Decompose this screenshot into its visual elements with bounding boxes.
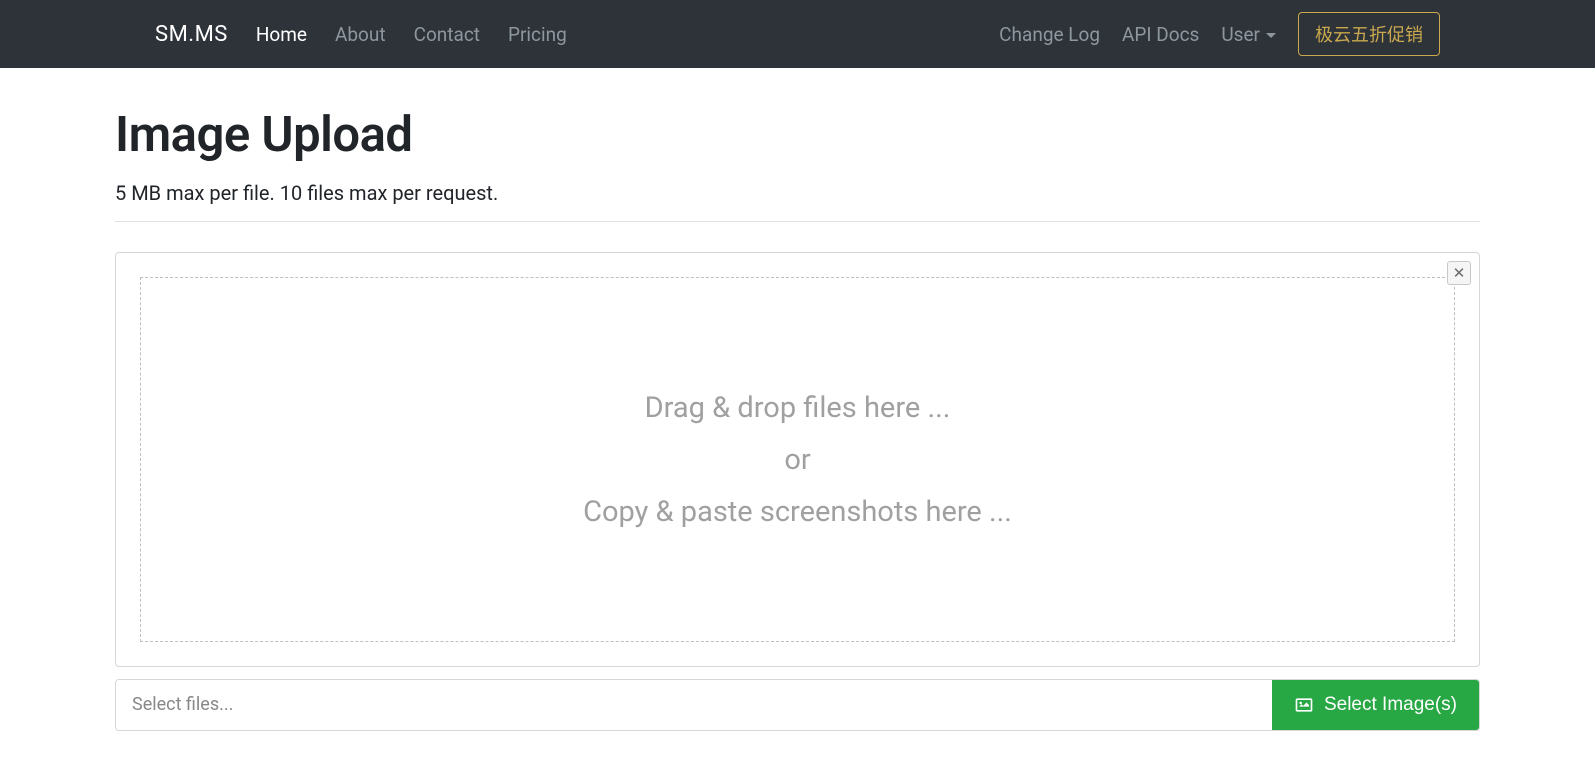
nav-change-log[interactable]: Change Log: [999, 23, 1100, 46]
close-button[interactable]: ✕: [1447, 261, 1471, 285]
nav-user-label: User: [1221, 23, 1260, 46]
chevron-down-icon: [1266, 33, 1276, 38]
nav-about[interactable]: About: [335, 23, 386, 46]
dropzone[interactable]: Drag & drop files here ... or Copy & pas…: [140, 277, 1455, 642]
navbar-left: SM.MS Home About Contact Pricing: [155, 22, 567, 47]
navbar: SM.MS Home About Contact Pricing Change …: [0, 0, 1595, 68]
dropzone-text-drag: Drag & drop files here ...: [645, 391, 951, 425]
upload-card: ✕ Drag & drop files here ... or Copy & p…: [115, 252, 1480, 667]
main-container: Image Upload 5 MB max per file. 10 files…: [115, 106, 1480, 731]
dropzone-text-paste: Copy & paste screenshots here ...: [583, 495, 1012, 529]
navbar-nav-main: Home About Contact Pricing: [256, 23, 567, 46]
navbar-right: Change Log API Docs User 极云五折促销: [999, 12, 1440, 56]
dropzone-text-or: or: [784, 443, 810, 477]
page-subtitle: 5 MB max per file. 10 files max per requ…: [115, 181, 1480, 222]
select-images-button[interactable]: Select Image(s): [1272, 680, 1479, 730]
nav-user-dropdown[interactable]: User: [1221, 23, 1276, 46]
promo-button[interactable]: 极云五折促销: [1298, 12, 1440, 56]
nav-home[interactable]: Home: [256, 23, 307, 46]
nav-pricing[interactable]: Pricing: [508, 23, 567, 46]
nav-api-docs[interactable]: API Docs: [1122, 23, 1199, 46]
nav-contact[interactable]: Contact: [414, 23, 480, 46]
file-input[interactable]: Select files...: [116, 680, 1272, 730]
image-icon: [1294, 696, 1314, 714]
file-select-row: Select files... Select Image(s): [115, 679, 1480, 731]
brand-logo[interactable]: SM.MS: [155, 22, 228, 47]
select-images-label: Select Image(s): [1324, 694, 1457, 716]
page-title: Image Upload: [115, 106, 1480, 163]
close-icon: ✕: [1453, 264, 1466, 282]
